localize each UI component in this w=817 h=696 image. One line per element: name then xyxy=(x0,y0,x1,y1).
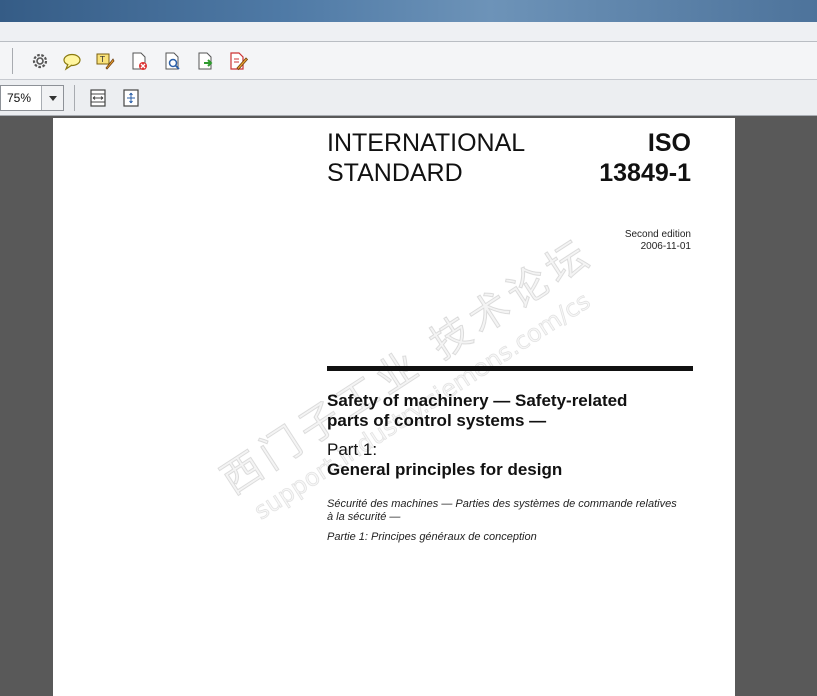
document-type-line: STANDARD xyxy=(327,159,463,187)
part-title: General principles for design xyxy=(327,460,563,479)
edition-label: Second edition xyxy=(624,229,691,240)
document-title-fr: Sécurité des machines — Parties des syst… xyxy=(327,498,697,524)
svg-text:T: T xyxy=(99,55,105,64)
standard-number: ISO 13849-1 xyxy=(599,128,691,188)
zoom-dropdown-button[interactable] xyxy=(41,86,63,110)
standard-code: 13849-1 xyxy=(599,159,691,187)
zoom-value: 75% xyxy=(7,91,32,105)
main-toolbar: T xyxy=(0,42,817,80)
fit-page-icon xyxy=(123,89,139,107)
edit-form-icon xyxy=(230,52,248,71)
search-icon xyxy=(165,52,180,70)
edition-info: Second edition 2006-11-01 xyxy=(625,229,691,253)
title-fr-line: Sécurité des machines — Parties des syst… xyxy=(327,498,677,510)
window-titlebar xyxy=(0,0,817,22)
toolbar-separator xyxy=(12,48,13,74)
gear-icon xyxy=(32,53,48,69)
zoom-select[interactable]: 75% xyxy=(0,85,64,111)
fit-page-button[interactable] xyxy=(120,87,142,109)
document-type: INTERNATIONAL STANDARD xyxy=(327,128,525,188)
document-type-line: INTERNATIONAL xyxy=(327,129,526,157)
part-title-fr: Partie 1: Principes généraux de concepti… xyxy=(327,531,537,543)
title-line: parts of control systems — xyxy=(327,411,547,430)
find-in-document-button[interactable] xyxy=(161,50,183,72)
title-rule xyxy=(327,366,693,371)
chevron-down-icon xyxy=(48,95,57,101)
export-icon xyxy=(198,52,213,70)
comment-icon xyxy=(63,53,81,71)
fit-width-button[interactable] xyxy=(87,87,109,109)
delete-pages-button[interactable] xyxy=(128,50,150,72)
title-line: Safety of machinery — Safety-related xyxy=(327,391,628,410)
document-page: 西门子工业 技术论坛 support.industry.siemens.com/… xyxy=(53,118,735,696)
menu-strip xyxy=(0,22,817,42)
delete-pages-icon xyxy=(132,52,147,70)
toolbar-separator xyxy=(74,85,75,111)
comment-button[interactable] xyxy=(61,50,83,72)
export-button[interactable] xyxy=(195,50,217,72)
edition-date: 2006-11-01 xyxy=(640,241,691,252)
fit-width-icon xyxy=(90,89,106,107)
standard-org: ISO xyxy=(647,129,691,157)
document-title-en: Safety of machinery — Safety-related par… xyxy=(327,391,693,431)
part-label: Part 1: xyxy=(327,440,378,459)
view-toolbar xyxy=(0,80,817,116)
title-fr-line: à la sécurité — xyxy=(327,511,401,523)
typewriter-icon: T xyxy=(96,53,115,70)
edit-form-button[interactable] xyxy=(227,50,249,72)
typewriter-button[interactable]: T xyxy=(94,50,116,72)
settings-button[interactable] xyxy=(29,50,51,72)
